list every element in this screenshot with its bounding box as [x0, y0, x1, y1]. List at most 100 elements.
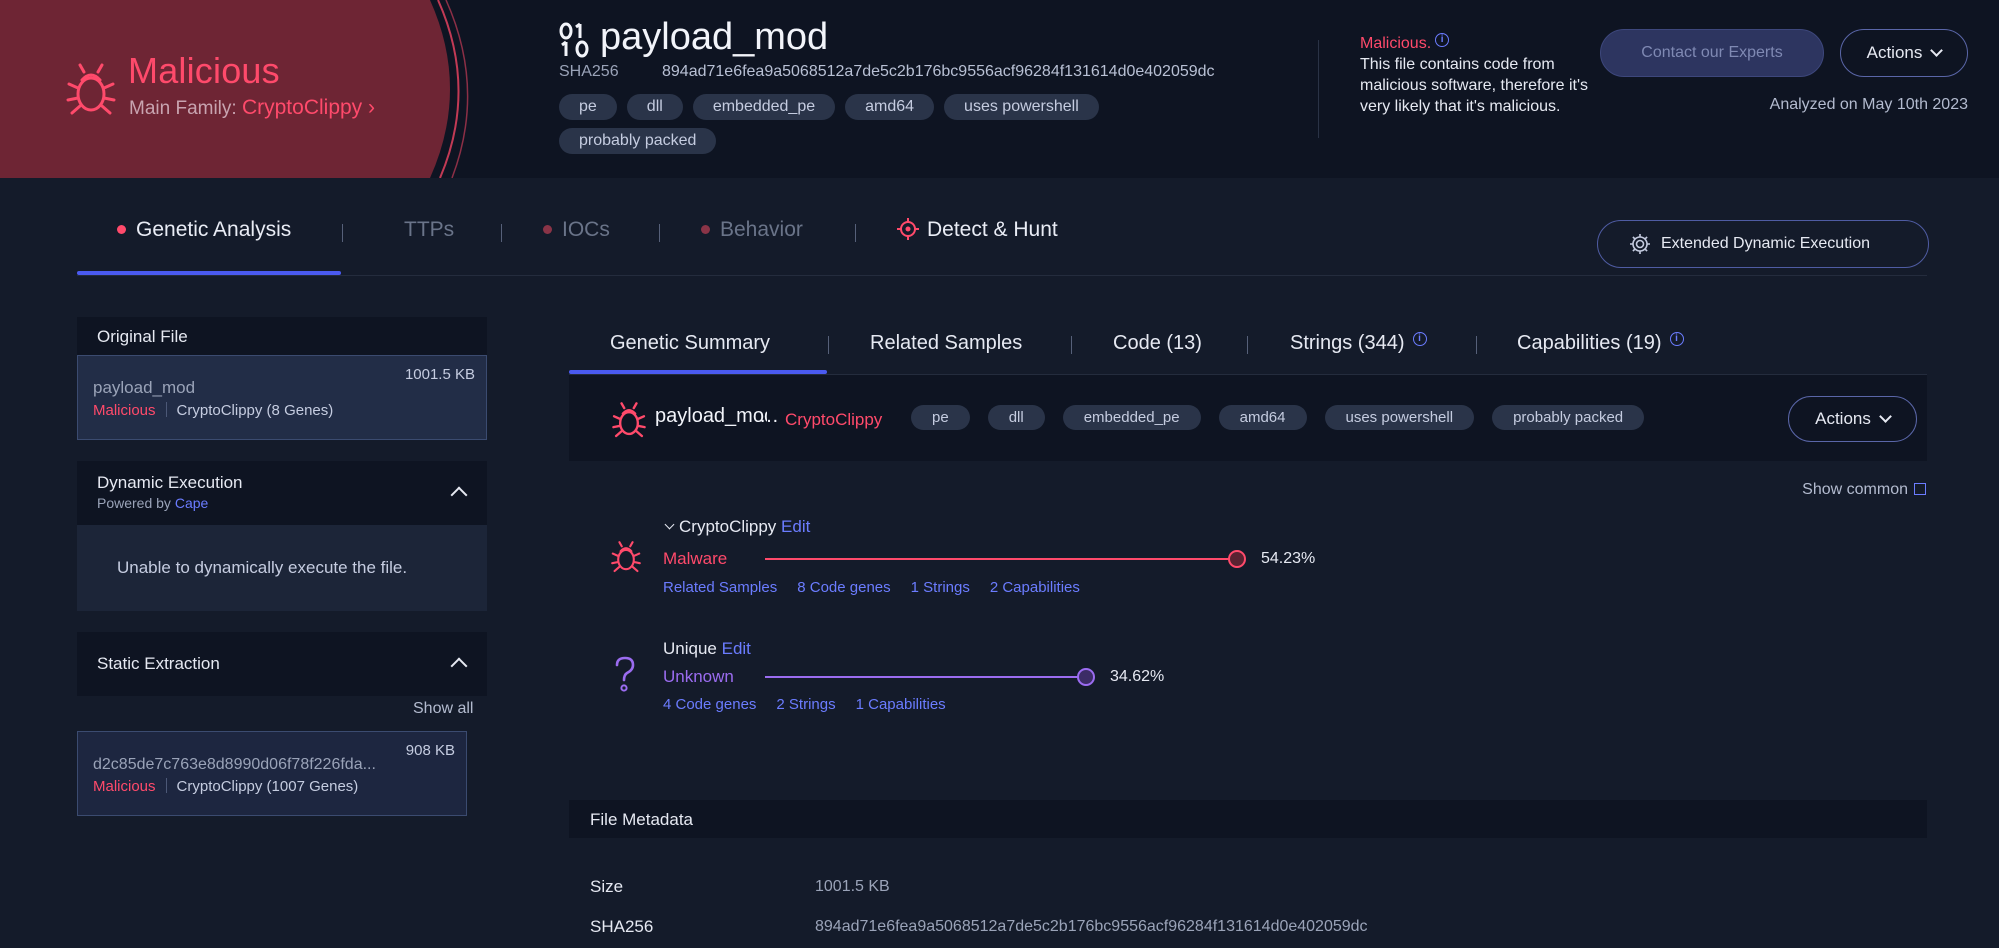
gene-percent: 34.62% [1110, 668, 1165, 685]
strings-link[interactable]: 2 Strings [776, 696, 835, 713]
family-genes: CryptoClippy (8 Genes) [176, 402, 334, 419]
actions-label[interactable]: Actions [1815, 409, 1871, 428]
main-family-name[interactable]: CryptoClippy [242, 96, 362, 119]
show-all-link[interactable]: Show all [413, 700, 473, 718]
extended-button-label[interactable]: Extended Dynamic Execution [1661, 235, 1870, 252]
actions-button[interactable]: Actions [1840, 29, 1968, 77]
gene-category: Malware [663, 549, 728, 568]
file-tag: uses powershell [944, 94, 1099, 120]
tab-capabilities[interactable]: Capabilities (19) i [1517, 332, 1684, 355]
original-file-header: Original File [77, 317, 487, 355]
sample-actions-button[interactable]: Actions [1788, 396, 1917, 442]
actions-label[interactable]: Actions [1867, 43, 1923, 62]
tab-behavior[interactable]: Behavior [701, 218, 803, 273]
gene-links: Related Samples 8 Code genes 1 Strings 2 Ca… [663, 579, 1100, 596]
file-metadata-header: File Metadata [569, 800, 1927, 838]
capabilities-link[interactable]: 1 Capabilities [856, 696, 946, 713]
file-tag: dll [626, 94, 683, 120]
gene-percent: 54.23% [1261, 550, 1316, 567]
edit-link[interactable]: Edit [781, 517, 810, 536]
tab-code[interactable]: Code (13) [1113, 332, 1202, 355]
dynamic-execution-body: Unable to dynamically execute the file. [77, 525, 487, 611]
tab-separator [501, 224, 502, 242]
engine-link[interactable]: Cape [175, 495, 208, 511]
related-samples-link[interactable]: Related Samples [663, 579, 777, 596]
bug-icon [612, 402, 646, 438]
bug-icon [66, 63, 116, 115]
sample-summary-bar: payload_mod … CryptoClippy pe dll embedded… [569, 375, 1927, 461]
info-icon[interactable]: i [1412, 332, 1427, 346]
gene-family-title[interactable]: CryptoClippy Edit [664, 517, 810, 537]
header-divider [1318, 40, 1319, 138]
tab-label[interactable]: Capabilities (19) [1517, 332, 1662, 354]
file-name: payload_mod [600, 16, 829, 58]
edit-link[interactable]: Edit [722, 639, 751, 658]
tab-label[interactable]: TTPs [404, 218, 454, 241]
status-dot [117, 225, 126, 234]
tab-iocs[interactable]: IOCs [543, 218, 610, 273]
tab-label[interactable]: Behavior [720, 218, 803, 241]
gene-name: CryptoClippy [679, 517, 777, 536]
tab-genetic-summary[interactable]: Genetic Summary [610, 332, 770, 355]
gene-family-title[interactable]: Unique Edit [663, 639, 751, 659]
extracted-file-meta: Malicious CryptoClippy (1007 Genes) [93, 778, 358, 795]
info-icon[interactable]: i [1435, 33, 1450, 47]
metadata-value: 1001.5 KB [815, 878, 890, 895]
gear-icon [1630, 234, 1650, 254]
metadata-key: Size [590, 877, 624, 896]
tab-ttps[interactable]: TTPs [404, 218, 454, 273]
tab-detect-hunt[interactable]: Detect & Hunt [897, 218, 1058, 273]
checkbox[interactable] [1914, 483, 1926, 495]
sha256-label: SHA256 [559, 63, 619, 80]
tab-label[interactable]: Strings (344) [1290, 332, 1405, 354]
extended-dynamic-execution-button[interactable]: Extended Dynamic Execution [1597, 220, 1929, 268]
tab-related-samples[interactable]: Related Samples [870, 332, 1022, 355]
status-dot [701, 225, 710, 234]
verdict-label: Malicious [93, 402, 156, 419]
metadata-value: 894ad71e6fea9a5068512a7de5c2b176bc9556ac… [815, 918, 1368, 935]
file-tags: pe dll embedded_pe amd64 uses powershell… [559, 94, 1139, 162]
tab-strings[interactable]: Strings (344) i [1290, 332, 1427, 355]
chevron-right-icon[interactable]: › [368, 96, 375, 119]
main-family: Main Family: CryptoClippy › [129, 96, 375, 120]
show-common-toggle[interactable]: Show common [1802, 481, 1926, 499]
sample-family[interactable]: CryptoClippy [785, 410, 882, 430]
contact-experts-button[interactable]: Contact our Experts [1600, 29, 1824, 77]
strings-link[interactable]: 1 Strings [911, 579, 970, 596]
code-genes-link[interactable]: 4 Code genes [663, 696, 756, 713]
gene-name: Unique [663, 639, 717, 658]
gene-links: 4 Code genes 2 Strings 1 Capabilities [663, 696, 966, 713]
tab-label[interactable]: IOCs [562, 218, 610, 241]
static-extraction-title: Static Extraction [97, 654, 220, 673]
file-tag: probably packed [559, 128, 717, 154]
sha256-value: 894ad71e6fea9a5068512a7de5c2b176bc9556ac… [662, 63, 1215, 80]
code-genes-link[interactable]: 8 Code genes [797, 579, 890, 596]
original-file-card[interactable]: payload_mod 1001.5 KB Malicious CryptoCli… [77, 355, 487, 440]
collapse-icon[interactable] [450, 486, 468, 504]
sample-tag: pe [911, 405, 970, 430]
extracted-file-size: 908 KB [405, 742, 455, 759]
tab-separator [1071, 336, 1072, 354]
show-common-label[interactable]: Show common [1802, 481, 1908, 498]
dynamic-execution-header[interactable]: Dynamic Execution Powered by Cape [77, 461, 487, 525]
main-family-link[interactable]: CryptoClippy › [242, 96, 375, 119]
tab-separator [659, 224, 660, 242]
chevron-down-icon[interactable] [664, 519, 675, 530]
chevron-down-icon[interactable] [1879, 410, 1892, 423]
collapse-icon[interactable] [450, 657, 468, 675]
tab-genetic-analysis[interactable]: Genetic Analysis [117, 218, 291, 273]
tab-label[interactable]: Detect & Hunt [927, 218, 1058, 241]
info-icon[interactable]: i [1669, 332, 1684, 346]
sample-tag: amd64 [1218, 405, 1307, 430]
tab-label[interactable]: Genetic Analysis [136, 218, 291, 241]
gene-bar-knob [1077, 668, 1095, 686]
sample-name: payload_mod [655, 405, 767, 427]
static-extraction-header[interactable]: Static Extraction [77, 632, 487, 696]
binary-file-icon [559, 22, 589, 58]
metadata-key: SHA256 [590, 917, 654, 936]
analyzed-date: Analyzed on May 10th 2023 [1769, 96, 1968, 113]
chevron-down-icon[interactable] [1930, 44, 1944, 57]
tab-separator [828, 336, 829, 354]
extracted-file-card[interactable]: d2c85de7c763e8d8990d06f78f226fda... 908 … [77, 731, 467, 816]
capabilities-link[interactable]: 2 Capabilities [990, 579, 1080, 596]
